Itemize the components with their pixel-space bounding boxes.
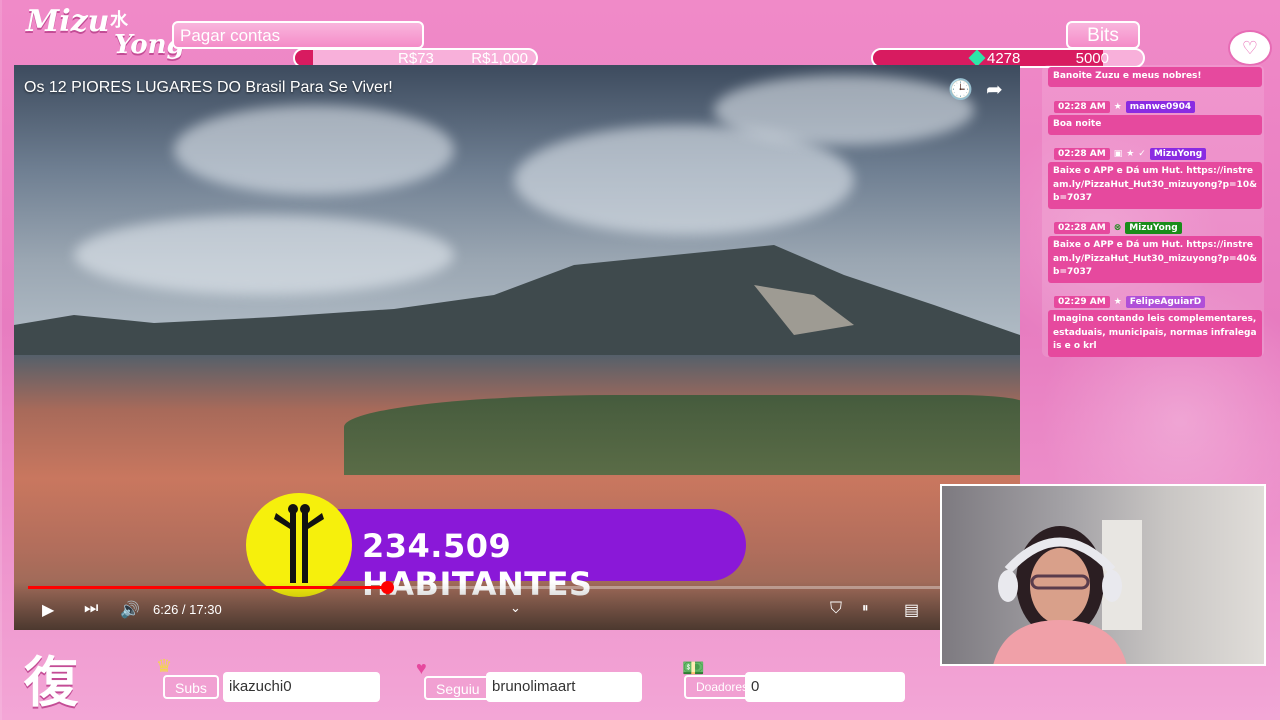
play-icon[interactable]: ▶ [42,600,54,620]
follow-label: Seguiu [424,676,492,700]
webcam-feed [940,484,1266,666]
chat-time: 02:28 AM [1054,148,1110,160]
chat-time: 02:29 AM [1054,296,1110,308]
chat-panel: Banoite Zuzu e meus nobres! 02:28 AM ★ m… [1042,65,1264,357]
watch-later-icon[interactable]: 🕒 [948,77,973,102]
subs-value: ikazuchi0 [223,672,380,702]
chat-meta: 02:29 AM ★ FelipeAguiarD [1054,295,1206,309]
video-player[interactable]: Os 12 PIORES LUGARES DO Brasil Para Se V… [14,65,1020,630]
logo-kanji: 水 [110,10,128,31]
chat-meta: 02:28 AM ⊗ MizuYong [1054,221,1182,235]
chat-username[interactable]: FelipeAguiarD [1125,296,1206,308]
badge-mod-icon: ⊗ [1113,223,1122,233]
video-controls: ▶ ⏭ 🔊 6:26 / 17:30 ⌄ ⛉ ⏸ ▤ [14,581,1020,630]
chat-username[interactable]: manwe0904 [1125,101,1196,113]
heart-chat-icon: ♡ [1228,30,1272,66]
video-forest [344,395,1020,475]
logo-text-1: Mizu [26,4,110,39]
chat-time: 02:28 AM [1054,101,1110,113]
chat-message: Baixe o APP e Dá um Hut. https://instrea… [1048,236,1262,283]
video-title: Os 12 PIORES LUGARES DO Brasil Para Se V… [24,79,393,96]
bits-label: Bits [1066,21,1140,49]
video-time: 6:26 / 17:30 [153,602,222,617]
goal-label: Pagar contas [172,21,424,49]
cloud [714,75,974,145]
chat-message: Baixe o APP e Dá um Hut. https://instrea… [1048,162,1262,209]
crown-icon: ♛ [156,656,173,676]
chat-message: Boa noite [1048,115,1262,135]
chat-time: 02:28 AM [1054,222,1110,234]
badge-verified-icon: ✓ [1138,149,1146,159]
video-scrubber[interactable] [380,581,394,594]
chevron-down-icon[interactable]: ⌄ [510,600,521,616]
badge-star-icon: ★ [1113,102,1122,112]
chat-meta: 02:28 AM ★ manwe0904 [1054,100,1196,114]
subs-label: Subs [163,675,219,699]
badge-broadcaster-icon: ▣ [1113,149,1123,159]
share-icon[interactable]: ➦ [986,77,1003,102]
next-icon[interactable]: ⏭ [84,600,98,618]
donors-value: 0 [745,672,905,702]
video-progress-bar[interactable] [28,581,1006,594]
video-progress-played [28,586,387,589]
subtitles-icon[interactable]: ▤ [904,600,919,620]
streamer-figure [993,520,1142,664]
chat-message: Imagina contando leis complementares, es… [1048,310,1262,357]
chat-meta: 02:28 AM ▣ ★ ✓ MizuYong [1054,147,1207,161]
volume-icon[interactable]: 🔊 [120,600,140,620]
chat-username[interactable]: MizuYong [1125,222,1182,234]
chat-message: Banoite Zuzu e meus nobres! [1048,67,1262,87]
follow-value: brunolimaart [486,672,642,702]
badge-star-icon: ★ [1113,297,1122,307]
bottom-kanji-logo: 復 [24,651,78,714]
chat-username[interactable]: MizuYong [1149,148,1207,160]
channel-logo: Mizu 水 Yong [22,4,185,64]
pause-toggle-icon[interactable]: ⏸ [862,600,869,616]
autoplay-icon[interactable]: ⛉ [830,600,842,618]
goal-progress-fill [295,50,313,66]
cloud [174,105,454,195]
badge-star-icon: ★ [1126,149,1135,159]
